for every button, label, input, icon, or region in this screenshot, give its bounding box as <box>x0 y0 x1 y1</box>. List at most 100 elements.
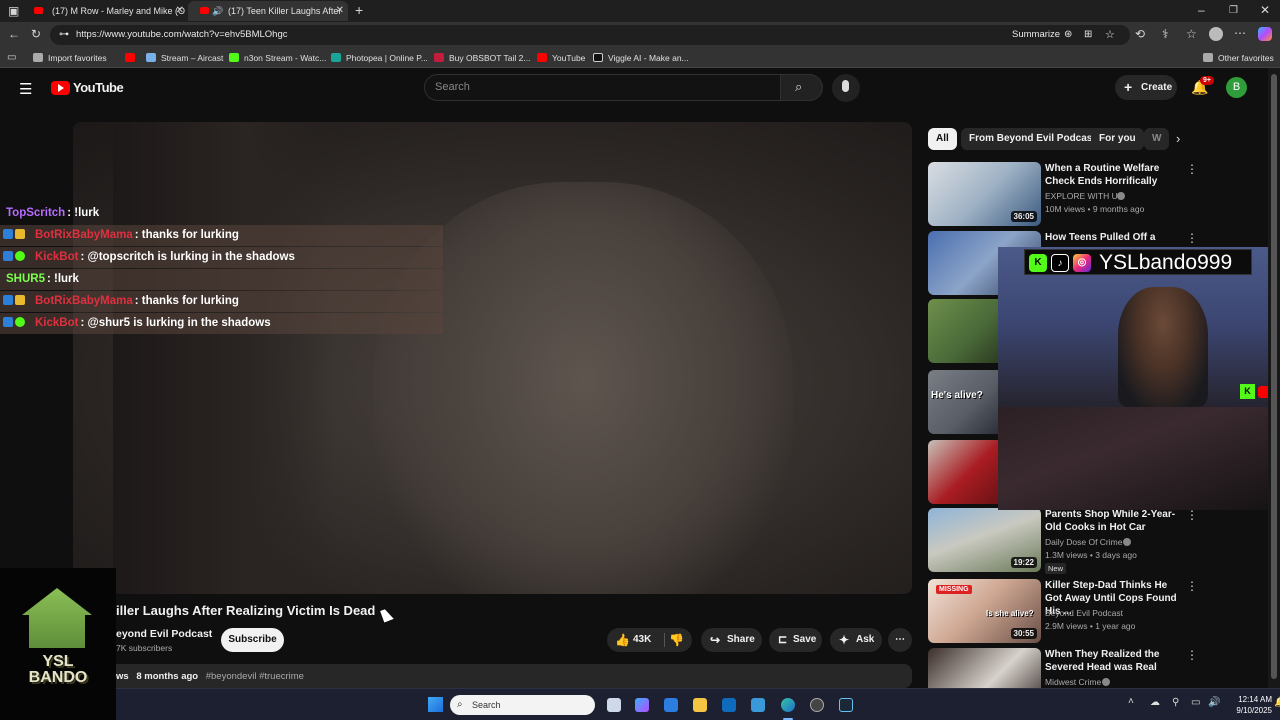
bookmark-obsbot[interactable]: Buy OBSBOT Tail 2... <box>434 52 530 64</box>
system-clock[interactable]: 12:14 AM 9/10/2025 <box>1222 694 1272 716</box>
chip-partial[interactable]: W <box>1144 128 1170 150</box>
app-install-icon[interactable]: ⊞ <box>1084 25 1092 45</box>
recommendation-item[interactable]: 19:22 Parents Shop While 2-Year-Old Cook… <box>928 508 1268 574</box>
bookmark-other-favorites[interactable]: Other favorites <box>1203 52 1274 64</box>
bookmark-import-favorites[interactable]: Import favorites <box>33 52 107 64</box>
microphone-tray-icon[interactable]: ⚲ <box>1172 697 1179 708</box>
extensions-icon[interactable]: ⟲ <box>1135 27 1145 41</box>
url-field[interactable]: ⊶ https://www.youtube.com/watch?v=ehv5BM… <box>50 25 1130 45</box>
close-tab-icon[interactable]: ✕ <box>336 1 344 21</box>
steam-icon[interactable] <box>839 698 853 712</box>
search-button[interactable]: ⌕ <box>781 74 823 101</box>
scrollbar-thumb[interactable] <box>1271 74 1277 679</box>
obs-icon[interactable] <box>810 698 824 712</box>
favorite-star-icon[interactable]: ☆ <box>1105 25 1115 45</box>
chip-for-you[interactable]: For you <box>1091 128 1144 150</box>
network-tray-icon[interactable]: ☁ <box>1150 697 1160 708</box>
video-thumbnail[interactable]: MISSING Is she alive? 30:55 <box>928 579 1041 643</box>
edge-icon[interactable] <box>781 698 795 712</box>
outlook-icon[interactable] <box>722 698 736 712</box>
more-actions-icon[interactable]: ⋮ <box>1186 579 1198 593</box>
chevron-right-icon[interactable]: › <box>1176 131 1180 146</box>
more-actions-icon[interactable]: ⋮ <box>1186 231 1198 245</box>
recommendation-item[interactable]: 36:05 When a Routine Welfare Check Ends … <box>928 162 1268 226</box>
profile-icon[interactable] <box>1209 27 1223 41</box>
chevron-up-icon[interactable]: ˄ <box>1128 696 1134 707</box>
voice-search-button[interactable] <box>832 74 860 102</box>
minimize-icon[interactable]: – <box>1198 3 1205 17</box>
video-thumbnail[interactable] <box>928 440 998 504</box>
share-button[interactable]: ↪ Share <box>701 628 762 652</box>
copilot-icon[interactable] <box>1258 27 1272 41</box>
more-actions-button[interactable]: ⋯ <box>888 628 912 652</box>
recommendation-title[interactable]: Parents Shop While 2-Year-Old Cooks in H… <box>1045 508 1185 534</box>
windows-start-icon[interactable] <box>428 697 443 712</box>
recommendation-title[interactable]: When They Realized the Severed Head was … <box>1045 648 1185 674</box>
recommendation-channel[interactable]: Daily Dose Of Crime <box>1045 537 1122 547</box>
copilot-summarize-icon[interactable]: ⊛ <box>1064 25 1072 45</box>
recommendation-title[interactable]: How Teens Pulled Off a <box>1045 231 1185 244</box>
copilot-taskbar-icon[interactable] <box>635 698 649 712</box>
maximize-icon[interactable]: ❐ <box>1229 4 1238 18</box>
recommendation-channel[interactable]: EXPLORE WITH US <box>1045 191 1123 201</box>
hamburger-menu-icon[interactable]: ☰ <box>19 80 32 98</box>
file-explorer-icon[interactable] <box>693 698 707 712</box>
hashtags[interactable]: #beyondevil #truecrime <box>206 671 304 682</box>
tab-teen-killer[interactable]: 🔊 (17) Teen Killer Laughs After ✕ <box>188 1 348 21</box>
recommendation-channel[interactable]: Beyond Evil Podcast <box>1045 608 1123 618</box>
page-scrollbar[interactable] <box>1268 68 1280 688</box>
bookmark-stream-aircast[interactable]: Stream – Aircast <box>146 52 223 64</box>
video-thumbnail[interactable]: 36:05 <box>928 162 1041 226</box>
notification-center-icon[interactable]: 🔔 <box>1274 697 1280 708</box>
chip-all[interactable]: All <box>928 128 957 150</box>
video-thumbnail[interactable]: 19:22 <box>928 508 1041 572</box>
recommendation-channel[interactable]: Midwest Crime <box>1045 677 1101 687</box>
favorites-icon[interactable]: ☆ <box>1186 27 1197 41</box>
account-avatar[interactable]: B <box>1226 77 1247 98</box>
site-info-icon[interactable]: ⊶ <box>59 25 69 45</box>
task-view-icon[interactable] <box>607 698 621 712</box>
settings-menu-icon[interactable]: ⋯ <box>1234 26 1246 40</box>
reading-list-icon[interactable]: ▭ <box>7 51 16 65</box>
dislike-button[interactable]: 👎 <box>669 628 684 652</box>
summarize-button[interactable]: Summarize <box>1012 25 1060 45</box>
bookmark-n3on-stream[interactable]: n3on Stream - Watc... <box>229 52 326 64</box>
photos-icon[interactable] <box>751 698 765 712</box>
speaker-icon[interactable]: 🔊 <box>212 1 223 21</box>
store-icon[interactable] <box>664 698 678 712</box>
taskbar-search-input[interactable]: ⌕ Search <box>450 695 595 715</box>
video-thumbnail[interactable] <box>928 648 1041 688</box>
video-thumbnail[interactable] <box>928 299 998 363</box>
more-actions-icon[interactable]: ⋮ <box>1186 162 1198 176</box>
subscribe-button[interactable]: Subscribe <box>221 628 284 652</box>
youtube-search-input[interactable]: Search <box>424 74 781 101</box>
bookmark-youtube[interactable]: YouTube <box>537 52 585 64</box>
tab-actions-icon[interactable]: ▣ <box>8 4 19 18</box>
create-button[interactable]: + Create <box>1115 75 1177 100</box>
channel-name[interactable]: eyond Evil Podcast <box>116 628 212 640</box>
recommendation-item[interactable]: When They Realized the Severed Head was … <box>928 648 1268 688</box>
bookmark-youtube-1[interactable] <box>125 52 140 64</box>
recommendation-item[interactable]: MISSING Is she alive? 30:55 Killer Step-… <box>928 579 1268 643</box>
browser-essentials-icon[interactable]: ⚕ <box>1162 27 1169 41</box>
bookmark-photopea[interactable]: Photopea | Online P... <box>331 52 428 64</box>
new-tab-icon[interactable]: + <box>355 3 363 17</box>
save-button[interactable]: ⊏ Save <box>769 628 822 652</box>
chip-from-beyond-evil[interactable]: From Beyond Evil Podcast <box>961 128 1104 150</box>
tab-marley-and-mike[interactable]: (17) M Row - Marley and Mike (O ✕ <box>22 1 188 21</box>
more-actions-icon[interactable]: ⋮ <box>1186 508 1198 522</box>
ask-button[interactable]: ✦ Ask <box>830 628 882 652</box>
close-window-icon[interactable]: ✕ <box>1260 3 1270 17</box>
display-tray-icon[interactable]: ▭ <box>1191 697 1200 708</box>
like-button[interactable]: 👍 43K <box>607 628 663 652</box>
bookmark-viggle[interactable]: Viggle AI - Make an... <box>593 52 689 64</box>
description-box[interactable]: ws 8 months ago #beyondevil #truecrime <box>73 664 912 688</box>
refresh-icon[interactable]: ↻ <box>31 27 41 41</box>
video-thumbnail[interactable]: He's alive? <box>928 370 998 434</box>
recommendation-title[interactable]: When a Routine Welfare Check Ends Horrif… <box>1045 162 1185 188</box>
close-tab-icon[interactable]: ✕ <box>176 1 184 21</box>
more-actions-icon[interactable]: ⋮ <box>1186 648 1198 662</box>
back-icon[interactable]: ← <box>8 27 20 41</box>
video-player[interactable] <box>73 122 912 594</box>
volume-tray-icon[interactable]: 🔊 <box>1208 697 1220 708</box>
